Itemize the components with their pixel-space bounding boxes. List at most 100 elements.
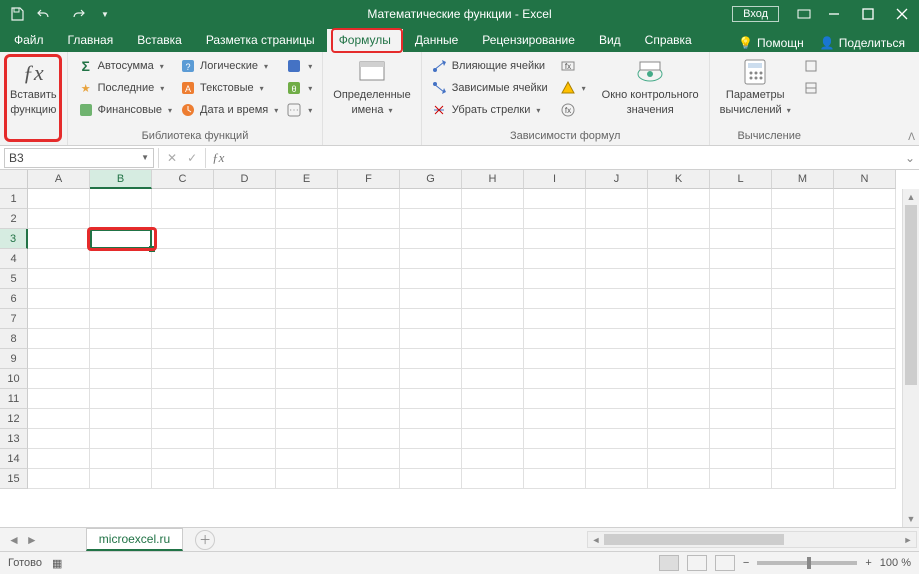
cell[interactable] bbox=[152, 289, 214, 309]
cell[interactable] bbox=[462, 249, 524, 269]
cell[interactable] bbox=[710, 329, 772, 349]
cell[interactable] bbox=[648, 329, 710, 349]
cell[interactable] bbox=[90, 429, 152, 449]
column-header[interactable]: J bbox=[586, 170, 648, 189]
evaluate-formula-button[interactable]: fx bbox=[556, 99, 590, 121]
cell[interactable] bbox=[152, 209, 214, 229]
scroll-up-icon[interactable]: ▲ bbox=[903, 189, 919, 205]
cell[interactable] bbox=[586, 209, 648, 229]
cell[interactable] bbox=[214, 449, 276, 469]
column-header[interactable]: I bbox=[524, 170, 586, 189]
cell[interactable] bbox=[28, 309, 90, 329]
cell[interactable] bbox=[28, 289, 90, 309]
cell[interactable] bbox=[648, 289, 710, 309]
text-button[interactable]: AТекстовые▾ bbox=[176, 77, 282, 99]
cell[interactable] bbox=[648, 209, 710, 229]
cell[interactable] bbox=[152, 389, 214, 409]
cell[interactable] bbox=[772, 429, 834, 449]
cell[interactable] bbox=[338, 229, 400, 249]
tab-file[interactable]: Файл bbox=[2, 29, 56, 52]
tab-review[interactable]: Рецензирование bbox=[470, 29, 587, 52]
cell[interactable] bbox=[338, 369, 400, 389]
cell[interactable] bbox=[338, 329, 400, 349]
zoom-in-button[interactable]: + bbox=[865, 557, 871, 569]
row-header[interactable]: 4 bbox=[0, 249, 28, 269]
undo-icon[interactable] bbox=[32, 3, 54, 25]
trace-dependents-button[interactable]: Зависимые ячейки bbox=[428, 77, 552, 99]
cell[interactable] bbox=[90, 469, 152, 489]
trace-precedents-button[interactable]: Влияющие ячейки bbox=[428, 55, 552, 77]
error-checking-button[interactable]: ▾ bbox=[556, 77, 590, 99]
cell[interactable] bbox=[400, 189, 462, 209]
cell[interactable] bbox=[586, 329, 648, 349]
cell[interactable] bbox=[214, 309, 276, 329]
cell[interactable] bbox=[214, 369, 276, 389]
tab-data[interactable]: Данные bbox=[403, 29, 470, 52]
ribbon-options-icon[interactable] bbox=[791, 0, 817, 28]
cell[interactable] bbox=[276, 309, 338, 329]
cell[interactable] bbox=[276, 449, 338, 469]
cell[interactable] bbox=[834, 369, 896, 389]
scroll-down-icon[interactable]: ▼ bbox=[903, 511, 919, 527]
autosum-button[interactable]: ΣАвтосумма▾ bbox=[74, 55, 176, 77]
cell[interactable] bbox=[772, 249, 834, 269]
row-header[interactable]: 6 bbox=[0, 289, 28, 309]
calc-options-button[interactable]: Параметры вычислений ▾ bbox=[716, 55, 795, 119]
cell[interactable] bbox=[710, 469, 772, 489]
math-button[interactable]: θ▾ bbox=[282, 77, 316, 99]
add-sheet-button[interactable]: ＋ bbox=[195, 530, 215, 550]
cell[interactable] bbox=[214, 249, 276, 269]
column-header[interactable]: H bbox=[462, 170, 524, 189]
cell[interactable] bbox=[834, 269, 896, 289]
cell[interactable] bbox=[90, 409, 152, 429]
cell[interactable] bbox=[524, 429, 586, 449]
cell[interactable] bbox=[710, 349, 772, 369]
cell[interactable] bbox=[90, 269, 152, 289]
cell[interactable] bbox=[400, 289, 462, 309]
cell[interactable] bbox=[586, 349, 648, 369]
cell[interactable] bbox=[28, 469, 90, 489]
cell[interactable] bbox=[90, 389, 152, 409]
cell[interactable] bbox=[90, 249, 152, 269]
selected-cell[interactable] bbox=[90, 229, 152, 249]
cell[interactable] bbox=[152, 409, 214, 429]
vertical-scrollbar[interactable]: ▲ ▼ bbox=[902, 189, 919, 527]
zoom-level[interactable]: 100 % bbox=[880, 557, 911, 569]
sheet-next-icon[interactable]: ► bbox=[26, 533, 38, 547]
cell[interactable] bbox=[276, 349, 338, 369]
cell[interactable] bbox=[90, 369, 152, 389]
cell[interactable] bbox=[710, 289, 772, 309]
cell[interactable] bbox=[524, 329, 586, 349]
cell[interactable] bbox=[834, 449, 896, 469]
cell[interactable] bbox=[214, 289, 276, 309]
fx-icon[interactable]: ƒx bbox=[206, 150, 230, 166]
row-header[interactable]: 8 bbox=[0, 329, 28, 349]
cell[interactable] bbox=[710, 389, 772, 409]
cell[interactable] bbox=[400, 469, 462, 489]
cell[interactable] bbox=[710, 409, 772, 429]
cell[interactable] bbox=[710, 429, 772, 449]
cancel-formula-icon[interactable]: ✕ bbox=[167, 151, 177, 165]
cell[interactable] bbox=[834, 349, 896, 369]
sheet-prev-icon[interactable]: ◄ bbox=[8, 533, 20, 547]
row-header[interactable]: 9 bbox=[0, 349, 28, 369]
maximize-icon[interactable] bbox=[851, 0, 885, 28]
row-header[interactable]: 11 bbox=[0, 389, 28, 409]
cell[interactable] bbox=[710, 229, 772, 249]
column-header[interactable]: C bbox=[152, 170, 214, 189]
cell[interactable] bbox=[400, 389, 462, 409]
cell[interactable] bbox=[400, 369, 462, 389]
cell[interactable] bbox=[90, 329, 152, 349]
cell[interactable] bbox=[338, 409, 400, 429]
cell[interactable] bbox=[648, 269, 710, 289]
cell[interactable] bbox=[152, 369, 214, 389]
cell[interactable] bbox=[276, 389, 338, 409]
cell[interactable] bbox=[462, 409, 524, 429]
cell[interactable] bbox=[772, 189, 834, 209]
row-header[interactable]: 2 bbox=[0, 209, 28, 229]
share-button[interactable]: 👤Поделиться bbox=[814, 34, 911, 52]
cell[interactable] bbox=[648, 229, 710, 249]
cell[interactable] bbox=[772, 409, 834, 429]
cell[interactable] bbox=[586, 289, 648, 309]
cell[interactable] bbox=[772, 469, 834, 489]
